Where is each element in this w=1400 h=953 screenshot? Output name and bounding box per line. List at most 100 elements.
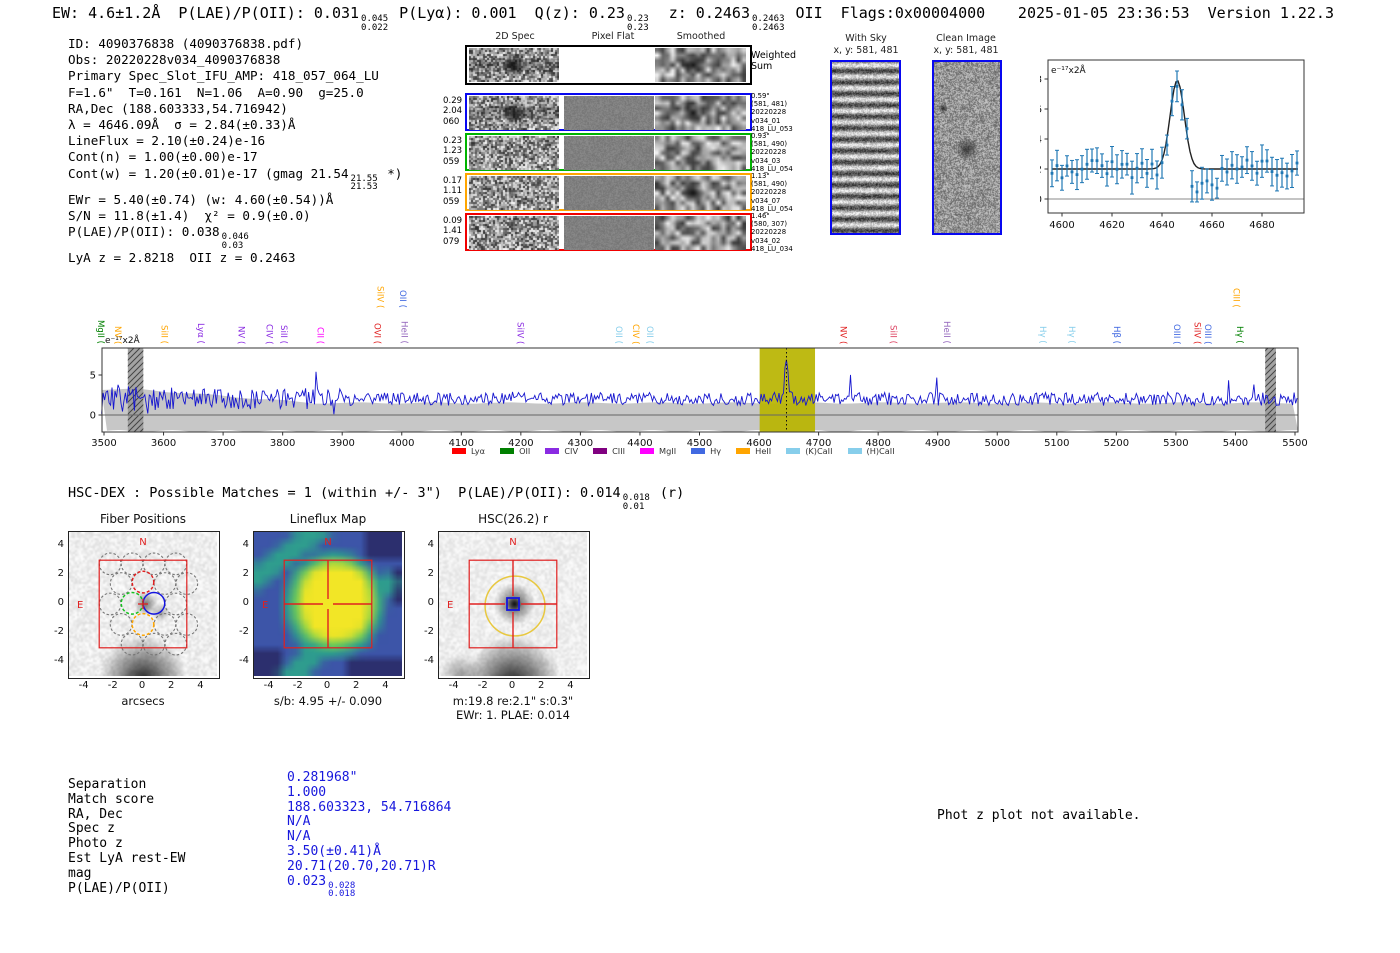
uncertainty-fraction: 0.018 0.01 <box>621 494 652 511</box>
legend-swatch <box>500 448 515 454</box>
clean-image-title: Clean Image x, y: 581, 481 <box>921 33 1011 56</box>
emission-line-marker-label: SiII ( <box>887 325 898 344</box>
flux-point <box>1140 161 1144 165</box>
fraction-lower: 0.03 <box>221 240 244 251</box>
info-line: LineFlux = 2.10(±0.24)e-16 <box>68 133 402 149</box>
x-tick-label: 5500 <box>1282 438 1307 449</box>
weighted-label-line2: Sum <box>751 61 773 72</box>
emission-line-marker-hγ: Hγ ( <box>1233 268 1246 344</box>
x-tick-label: 3800 <box>270 438 295 449</box>
x-tick-label: 4600 <box>1049 220 1074 231</box>
compass-north-label: N <box>324 537 331 548</box>
legend-item: Hγ <box>691 446 721 456</box>
flux-point <box>1185 127 1189 131</box>
legend-swatch <box>593 448 608 454</box>
cutout-right-label: 20220228 <box>751 188 787 197</box>
emission-line-marker-label: Lyα ( <box>194 323 205 344</box>
cutout-right-label: v034_07 <box>751 196 781 205</box>
cutout-right-label: (581, 490) <box>751 180 788 189</box>
match-table-label: Separation <box>68 777 147 792</box>
flux-point <box>1160 161 1164 165</box>
text-part: Cont(n) = 1.00(±0.00)e-17 <box>68 149 258 165</box>
match-table-value: 3.50(±0.41)Å <box>287 844 381 859</box>
x-tick-label: 4900 <box>925 438 950 449</box>
y-tick-label: 5 <box>90 371 96 382</box>
flux-point <box>1060 176 1064 180</box>
line-zoom-plot: 4600 4620 4640 4660 4680 0 2 4 6 8 e⁻¹⁷x2Å <box>1040 59 1305 231</box>
cutout-right-label: 1.46" <box>751 212 770 220</box>
match-table-value: 188.603323, 54.716864 <box>287 800 451 815</box>
legend-label: Lyα <box>471 446 486 456</box>
emission-line-marker-label: NV ( <box>112 325 123 344</box>
cutout-right-labels-row3: 1.13" (581, 490) 20220228 v034_07 418_LU_054 <box>751 172 793 213</box>
legend-swatch <box>691 448 706 454</box>
panel-x-tick: 4 <box>567 680 574 691</box>
with-sky-coords: x, y: 581, 481 <box>833 44 899 56</box>
fiber-circle <box>153 572 177 595</box>
cutout-pixelflat-row2 <box>564 136 654 170</box>
flux-point <box>1225 170 1229 174</box>
panel-y-tick: -2 <box>54 626 64 638</box>
fiber-positions-title: Fiber Positions <box>99 512 187 526</box>
flux-point <box>1220 166 1224 170</box>
match-table-label: P(LAE)/P(OII) <box>68 880 170 896</box>
panel-x-tick: -4 <box>263 680 274 691</box>
text-part: F=1.6" T=0.161 N=1.06 A=0.90 g=25.0 <box>68 84 364 100</box>
cutout-row-fiber-4 <box>465 213 752 251</box>
panel-x-tick: -4 <box>78 680 89 691</box>
clean-image-panel <box>932 60 1002 235</box>
hsc-match-summary: HSC-DEX : Possible Matches = 1 (within +… <box>68 485 684 511</box>
panel-y-tick: 2 <box>57 567 64 579</box>
flux-point <box>1245 158 1249 162</box>
cutout-right-label: v034_03 <box>751 156 781 165</box>
text-part: Cont(w) = 1.20(±0.01)e-17 (gmag 21.54 <box>68 165 349 181</box>
cutout-right-label: (580, 307) <box>751 220 788 229</box>
cutout-left-label: 0.29 <box>443 96 463 106</box>
cutout-2dspec-row4 <box>469 216 559 250</box>
emission-line-marker-siii: SiII ( <box>157 268 170 344</box>
legend-item: HeII <box>736 446 771 456</box>
text-part: HSC-DEX : Possible Matches = 1 (within +… <box>68 485 621 501</box>
spectrum-legend: Lyα OII CIV CIII MgII Hγ HeII (K)CaII (H)CaII <box>452 446 895 456</box>
flux-point <box>1055 164 1059 167</box>
cutout-smoothed-weighted <box>655 48 746 82</box>
text-part: EWr = 5.40(±0.74) (w: 4.60(±0.54))Å <box>68 191 334 207</box>
with-sky-panel <box>830 60 901 235</box>
emission-line-marker-nv: NV ( <box>111 268 124 344</box>
clean-image-title-text: Clean Image <box>936 33 996 44</box>
lineflux-map-title: Lineflux Map <box>289 512 367 526</box>
hsc-caption: m:19.8 re:2.1" s:0.3" <box>452 694 574 708</box>
fiber-circle <box>142 552 166 576</box>
flux-point <box>1255 171 1259 175</box>
emission-line-marker-hγ: Hγ ( <box>1065 268 1078 344</box>
flux-point <box>1085 162 1089 166</box>
legend-swatch <box>545 448 560 454</box>
emission-line-marker-label: OII ( <box>643 326 654 344</box>
cutout-2dspec-row3 <box>469 176 559 210</box>
text-part: OII Flags:0x00004000 <box>786 4 986 22</box>
compass-east-label: E <box>447 600 453 611</box>
cutout-pixelflat-row1 <box>564 96 654 130</box>
fiber-circle-green <box>120 591 144 615</box>
lineflux-map-overlay: NE <box>262 537 373 649</box>
cutout-left-labels-row1: 0.29 2.04 060 <box>443 96 462 127</box>
cutout-left-label: 060 <box>443 116 460 127</box>
y-tick-label: 0 <box>1040 195 1042 206</box>
cutout-right-label: 1.13" <box>751 172 770 180</box>
flux-point <box>1150 162 1154 166</box>
text-part: *) <box>379 165 403 181</box>
emission-line-marker-hγ: Hγ ( <box>1035 268 1048 344</box>
match-table-value-text: N/A <box>287 814 311 830</box>
uncertainty-fraction: 0.045 0.022 <box>359 15 390 32</box>
legend-item: CIII <box>593 446 625 456</box>
x-tick-label: 5100 <box>1044 438 1069 449</box>
flux-point <box>1155 173 1159 177</box>
match-table-value-text: N/A <box>287 829 311 845</box>
panel-x-tick: -4 <box>448 680 459 691</box>
match-table-label: Match score <box>68 791 155 807</box>
x-tick-label: 5300 <box>1163 438 1188 449</box>
flux-point <box>1190 184 1194 188</box>
fraction-lower: 21.53 <box>350 182 378 193</box>
text-part: LineFlux = 2.10(±0.24)e-16 <box>68 133 266 149</box>
flux-point <box>1200 181 1204 185</box>
